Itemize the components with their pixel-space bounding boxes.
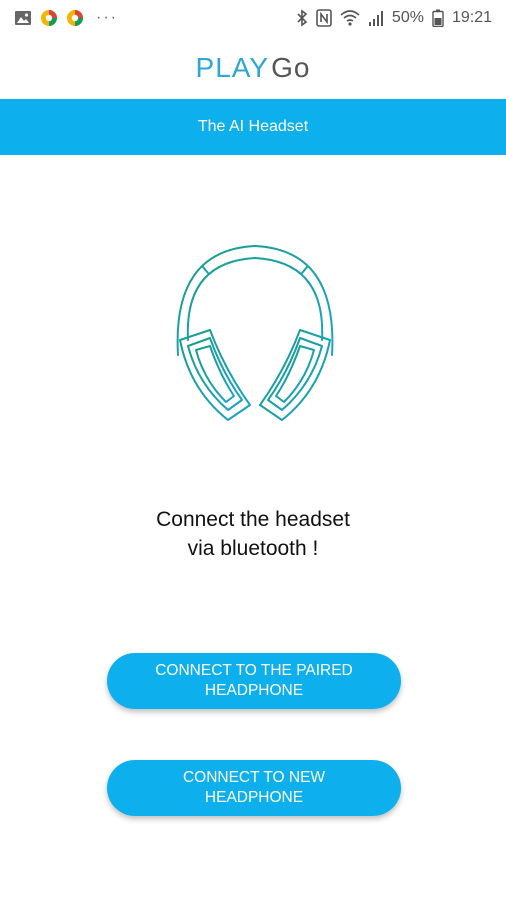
clock: 19:21 xyxy=(451,9,492,26)
connect-paired-button[interactable]: CONNECT TO THE PAIRED HEADPHONE xyxy=(107,653,401,709)
battery-icon xyxy=(432,9,444,27)
signal-icon xyxy=(368,11,383,26)
logo-play: PLAY xyxy=(195,51,270,83)
more-notifications-icon: ··· xyxy=(96,9,118,26)
logo-go: Go xyxy=(271,51,311,83)
message-line-2: via bluetooth ! xyxy=(187,537,319,560)
connect-new-button[interactable]: CONNECT TO NEW HEADPHONE xyxy=(107,760,401,816)
system-icons: 50% 19:21 xyxy=(296,9,492,27)
bluetooth-icon xyxy=(297,9,308,27)
image-icon xyxy=(15,11,31,25)
app-header: PLAY Go xyxy=(0,36,506,99)
app-icon xyxy=(67,10,83,26)
status-bar: ··· 50% 19:21 xyxy=(0,0,506,36)
title-bar: The AI Headset xyxy=(0,99,506,155)
page-title: The AI Headset xyxy=(197,118,309,135)
battery-percent: 50% xyxy=(391,9,424,26)
playgo-logo: PLAY Go xyxy=(196,52,311,84)
message-line-1: Connect the headset xyxy=(156,508,350,531)
nfc-icon xyxy=(316,9,332,27)
wifi-icon xyxy=(340,10,360,26)
app-icon xyxy=(41,10,57,26)
connect-message: Connect the headset via bluetooth ! xyxy=(0,505,506,563)
notification-area: ··· xyxy=(14,9,118,27)
headphone-icon xyxy=(176,245,334,421)
